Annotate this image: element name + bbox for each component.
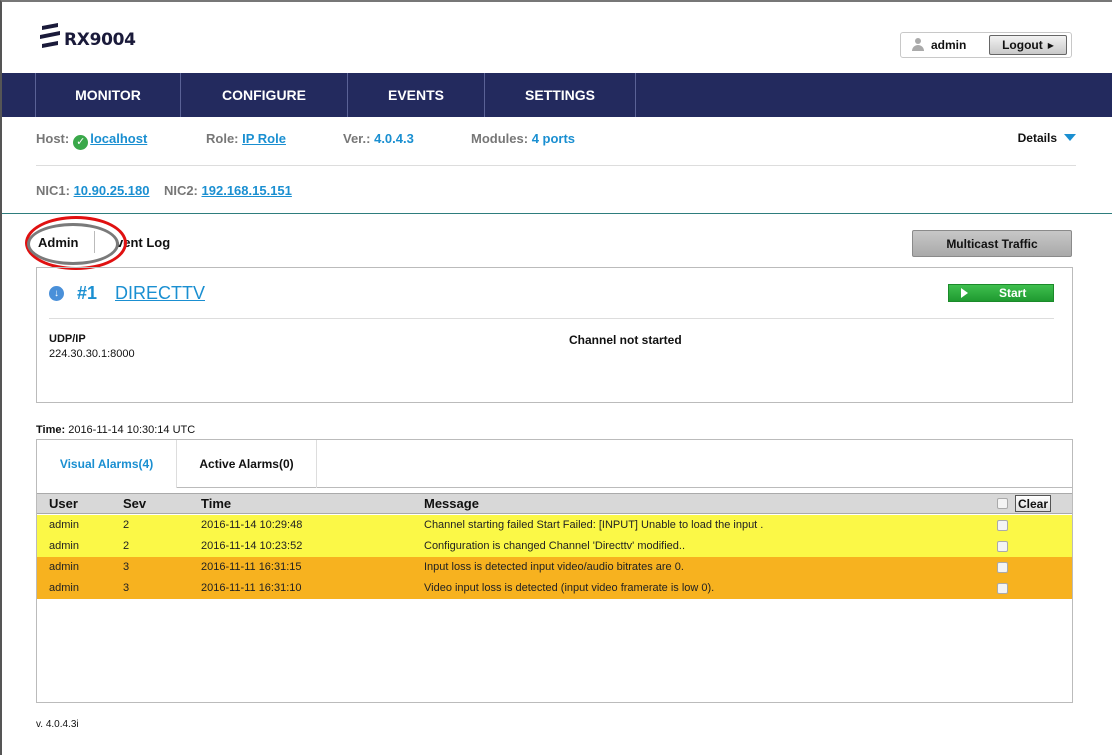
table-row[interactable]: admin 3 2016-11-11 16:31:10 Video input … [37,578,1072,599]
nic1-label: NIC1: [36,183,70,198]
ver-value: 4.0.4.3 [374,131,414,146]
cell-message: Input loss is detected input video/audio… [424,561,684,573]
logout-button[interactable]: Logout ▶ [989,35,1067,55]
header-time[interactable]: Time [201,494,231,513]
tab-visual-alarms[interactable]: Visual Alarms(4) [37,440,177,488]
expand-arrow-icon[interactable]: ↓ [49,286,64,301]
header-user[interactable]: User [49,494,78,513]
table-row[interactable]: admin 2 2016-11-14 10:29:48 Channel star… [37,515,1072,536]
channel-panel: ↓ #1 DIRECTTV Start UDP/IP 224.30.30.1:8… [36,267,1073,403]
row-checkbox[interactable] [997,583,1008,594]
row-checkbox[interactable] [997,541,1008,552]
host-info-bar: Host: ✓ localhost Role: IP Role Ver.: 4.0.… [36,131,1076,151]
user-name: admin [931,38,967,52]
ericsson-logo-icon [40,23,60,48]
role-link[interactable]: IP Role [242,131,286,146]
select-all-checkbox[interactable] [997,498,1008,509]
tab-active-alarms[interactable]: Active Alarms(0) [177,440,317,488]
modules-value: 4 ports [531,131,576,146]
protocol-label: UDP/IP [49,333,86,345]
nav-events[interactable]: EVENTS [348,73,484,117]
chevron-right-icon: ▶ [1047,40,1054,50]
cell-sev: 2 [123,540,130,552]
current-time: Time: 2016-11-14 10:30:14 UTC [36,424,195,436]
cell-user: admin [49,561,79,573]
host-label: Host: [36,131,70,146]
nic2-label: NIC2: [163,183,198,198]
nav-settings[interactable]: SETTINGS [485,73,635,117]
cell-time: 2016-11-14 10:23:52 [201,540,303,552]
nav-configure[interactable]: CONFIGURE [181,73,347,117]
table-row[interactable]: admin 3 2016-11-11 16:31:15 Input loss i… [37,557,1072,578]
role-label: Role: [206,131,239,146]
highlight-circle-gray [27,223,119,265]
header-sev[interactable]: Sev [123,494,146,513]
alarms-panel: Visual Alarms(4) Active Alarms(0) User S… [36,439,1073,703]
cell-user: admin [49,519,79,531]
alarm-tabs: Visual Alarms(4) Active Alarms(0) [37,440,1072,488]
nic-info: NIC1: 10.90.25.180 NIC2: 192.168.15.151 [36,183,292,198]
cell-sev: 2 [123,519,130,531]
software-version: v. 4.0.4.3i [36,719,79,730]
nic1-link[interactable]: 10.90.25.180 [74,183,150,198]
check-circle-icon: ✓ [73,135,89,150]
play-icon [961,288,968,298]
cell-message: Configuration is changed Channel 'Direct… [424,540,686,552]
cell-user: admin [49,540,79,552]
channel-number: #1 [77,283,98,303]
details-label: Details [1017,131,1057,145]
user-box: admin Logout ▶ [900,32,1072,58]
logout-label: Logout [1002,38,1043,52]
version-field: Ver.: 4.0.4.3 [343,131,414,146]
host-field: Host: ✓ localhost [36,131,147,150]
alarms-table-header: User Sev Time Message Clear [37,493,1072,514]
ver-label: Ver.: [343,131,371,146]
user-icon [911,38,925,52]
cell-sev: 3 [123,561,130,573]
modules-field: Modules: 4 ports [471,131,575,146]
logo: RX9004 [38,23,136,49]
cell-message: Channel starting failed Start Failed: [I… [424,519,764,531]
time-value: 2016-11-14 10:30:14 UTC [68,424,196,436]
cell-user: admin [49,582,79,594]
caret-down-icon [1064,134,1076,141]
main-nav: MONITOR CONFIGURE EVENTS SETTINGS [2,73,1112,117]
cell-sev: 3 [123,582,130,594]
nav-monitor[interactable]: MONITOR [36,73,180,117]
modules-label: Modules: [471,131,529,146]
host-link[interactable]: localhost [90,131,147,146]
cell-time: 2016-11-11 16:31:15 [201,561,302,573]
stream-address: 224.30.30.1:8000 [49,348,135,360]
start-button[interactable]: Start [948,284,1054,302]
product-name: RX9004 [64,30,136,50]
table-row[interactable]: admin 2 2016-11-14 10:23:52 Configuratio… [37,536,1072,557]
header-message[interactable]: Message [424,494,479,513]
cell-time: 2016-11-14 10:29:48 [201,519,303,531]
multicast-traffic-button[interactable]: Multicast Traffic [912,230,1072,257]
channel-status: Channel not started [569,333,682,347]
row-checkbox[interactable] [997,562,1008,573]
clear-button[interactable]: Clear [1015,495,1051,512]
row-checkbox[interactable] [997,520,1008,531]
nav-divider [635,73,636,117]
cell-message: Video input loss is detected (input vide… [424,582,715,594]
time-label: Time: [36,424,66,436]
divider [36,165,1076,166]
role-field: Role: IP Role [206,131,286,146]
channel-name-link[interactable]: DIRECTTV [115,283,205,304]
section-divider [2,213,1112,214]
start-label: Start [999,286,1027,300]
nic2-link[interactable]: 192.168.15.151 [202,183,292,198]
divider [49,318,1054,319]
cell-time: 2016-11-11 16:31:10 [201,582,302,594]
details-toggle[interactable]: Details [1018,131,1076,145]
